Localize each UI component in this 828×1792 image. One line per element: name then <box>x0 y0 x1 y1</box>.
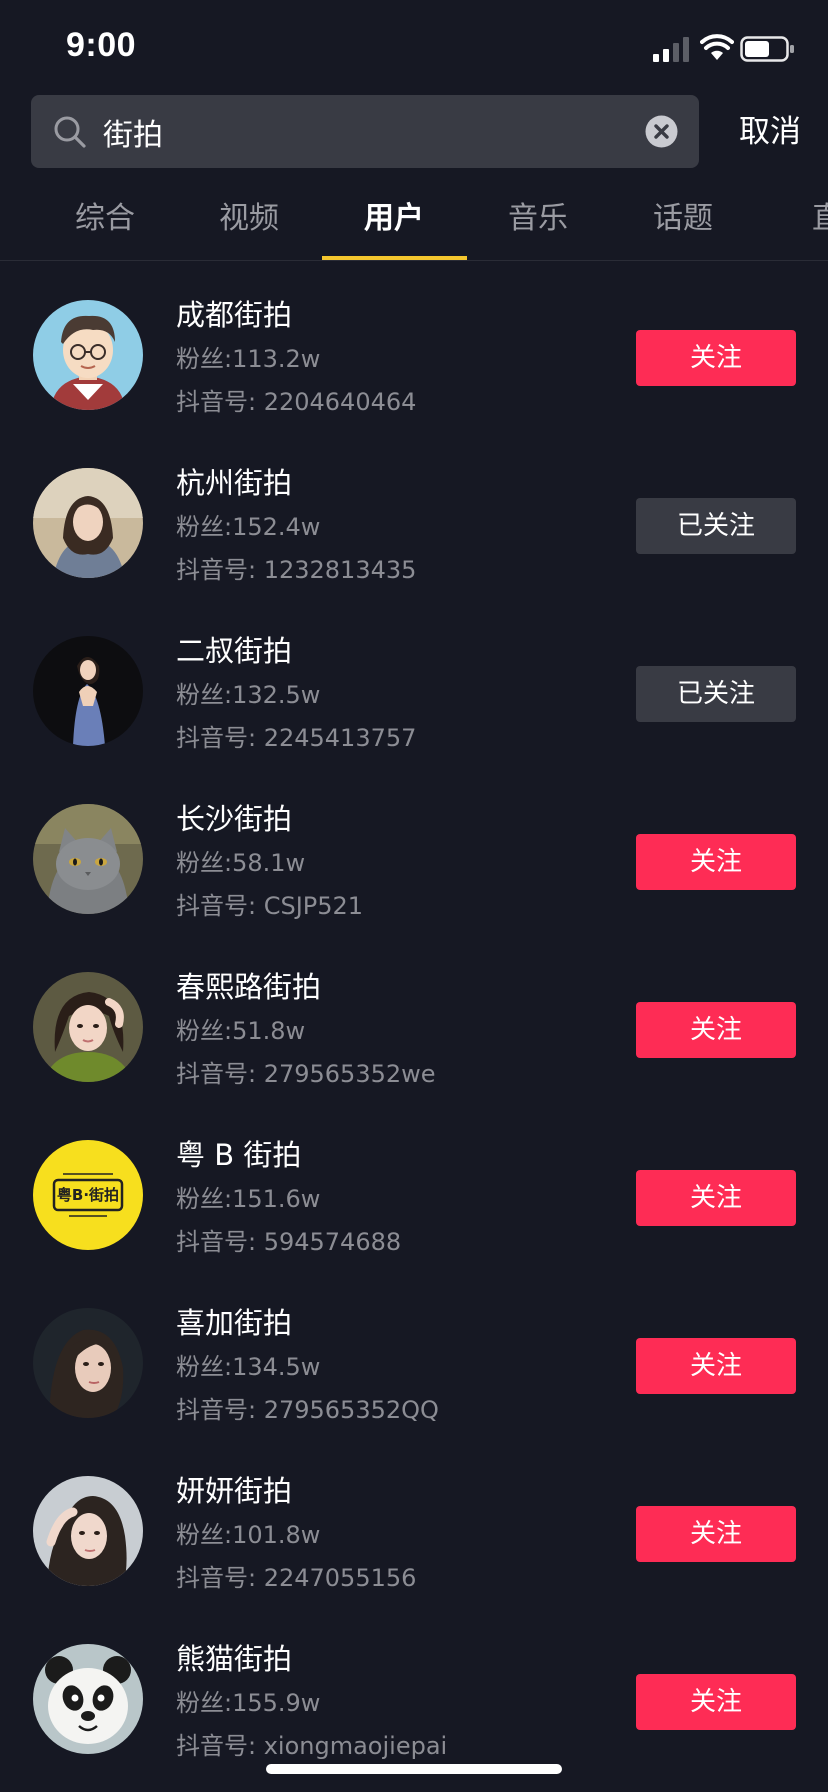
user-name: 成都街拍 <box>176 298 293 332</box>
following-button[interactable]: 已关注 <box>636 666 796 722</box>
woman-portrait-avatar[interactable] <box>33 468 143 578</box>
battery-icon <box>740 36 794 62</box>
cellular-signal-icon <box>653 37 689 62</box>
user-fan-count: 粉丝:101.8w <box>176 1521 321 1549</box>
user-row[interactable]: 二叔街拍 粉丝:132.5w 抖音号: 2245413757 已关注 <box>0 616 828 784</box>
user-douyin-id: 抖音号: 2204640464 <box>176 388 417 416</box>
user-name: 粤 B 街拍 <box>176 1138 302 1172</box>
follow-button[interactable]: 关注 <box>636 1170 796 1226</box>
user-row[interactable]: 粤B·街拍 粤 B 街拍 粉丝:151.6w 抖音号: 594574688 关注 <box>0 1120 828 1288</box>
woman-in-dress-avatar[interactable] <box>33 636 143 746</box>
user-name: 春熙路街拍 <box>176 970 322 1004</box>
user-fan-count: 粉丝:134.5w <box>176 1353 321 1381</box>
cancel-button[interactable]: 取消 <box>720 100 820 164</box>
status-time: 9:00 <box>66 26 137 64</box>
tab-users[interactable]: 用户 <box>322 186 466 260</box>
follow-button[interactable]: 关注 <box>636 1338 796 1394</box>
follow-button[interactable]: 关注 <box>636 1674 796 1730</box>
panda-avatar[interactable] <box>33 1644 143 1754</box>
tab-videos[interactable]: 视频 <box>177 186 321 260</box>
user-row[interactable]: 长沙街拍 粉丝:58.1w 抖音号: CSJP521 关注 <box>0 784 828 952</box>
user-name: 二叔街拍 <box>176 634 293 668</box>
user-douyin-id: 抖音号: 279565352QQ <box>176 1396 439 1424</box>
user-douyin-id: 抖音号: xiongmaojiepai <box>176 1732 448 1760</box>
user-name: 妍妍街拍 <box>176 1474 293 1508</box>
follow-button[interactable]: 关注 <box>636 1506 796 1562</box>
user-fan-count: 粉丝:155.9w <box>176 1689 321 1717</box>
follow-button[interactable]: 关注 <box>636 834 796 890</box>
user-row[interactable]: 成都街拍 粉丝:113.2w 抖音号: 2204640464 关注 <box>0 280 828 448</box>
user-fan-count: 粉丝:151.6w <box>176 1185 321 1213</box>
user-douyin-id: 抖音号: 1232813435 <box>176 556 417 584</box>
user-fan-count: 粉丝:113.2w <box>176 345 321 373</box>
yellow-logo-avatar[interactable]: 粤B·街拍 <box>33 1140 143 1250</box>
logo-text: 粤B·街拍 <box>56 1186 120 1204</box>
tab-comprehensive[interactable]: 综合 <box>33 186 177 260</box>
user-douyin-id: 抖音号: 2247055156 <box>176 1564 417 1592</box>
user-name: 喜加街拍 <box>176 1306 293 1340</box>
user-douyin-id: 抖音号: 2245413757 <box>176 724 417 752</box>
user-fan-count: 粉丝:132.5w <box>176 681 321 709</box>
gray-cat-avatar[interactable] <box>33 804 143 914</box>
home-indicator[interactable] <box>266 1764 562 1774</box>
user-row[interactable]: 春熙路街拍 粉丝:51.8w 抖音号: 279565352we 关注 <box>0 952 828 1120</box>
active-tab-indicator <box>322 256 467 260</box>
girl-green-sweater-avatar[interactable] <box>33 972 143 1082</box>
status-bar: 9:00 <box>0 0 828 96</box>
search-category-tabs: 综合 视频 用户 音乐 话题 直 <box>0 186 828 261</box>
tab-live[interactable]: 直 <box>755 186 828 260</box>
user-douyin-id: 抖音号: 279565352we <box>176 1060 436 1088</box>
user-douyin-id: 抖音号: 594574688 <box>176 1228 402 1256</box>
user-name: 熊猫街拍 <box>176 1642 293 1676</box>
user-name: 长沙街拍 <box>176 802 293 836</box>
follow-button[interactable]: 关注 <box>636 330 796 386</box>
user-name: 杭州街拍 <box>176 466 293 500</box>
tab-music[interactable]: 音乐 <box>466 186 610 260</box>
user-row[interactable]: 妍妍街拍 粉丝:101.8w 抖音号: 2247055156 关注 <box>0 1456 828 1624</box>
girl-dark-background-avatar[interactable] <box>33 1308 143 1418</box>
user-row[interactable]: 杭州街拍 粉丝:152.4w 抖音号: 1232813435 已关注 <box>0 448 828 616</box>
user-fan-count: 粉丝:152.4w <box>176 513 321 541</box>
search-input[interactable] <box>103 95 623 168</box>
girl-hand-on-head-avatar[interactable] <box>33 1476 143 1586</box>
user-row[interactable]: 喜加街拍 粉丝:134.5w 抖音号: 279565352QQ 关注 <box>0 1288 828 1456</box>
follow-button[interactable]: 关注 <box>636 1002 796 1058</box>
clear-search-icon[interactable] <box>645 115 678 148</box>
search-icon <box>54 116 86 148</box>
wifi-icon <box>700 34 734 60</box>
user-fan-count: 粉丝:51.8w <box>176 1017 306 1045</box>
user-douyin-id: 抖音号: CSJP521 <box>176 892 364 920</box>
user-fan-count: 粉丝:58.1w <box>176 849 306 877</box>
search-box <box>31 95 699 168</box>
cartoon-man-avatar[interactable] <box>33 300 143 410</box>
tab-topics[interactable]: 话题 <box>611 186 755 260</box>
following-button[interactable]: 已关注 <box>636 498 796 554</box>
